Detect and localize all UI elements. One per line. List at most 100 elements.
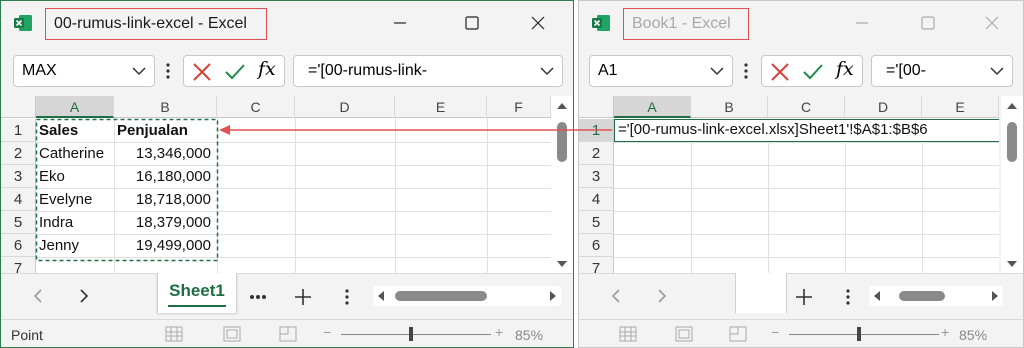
row-header-2[interactable]: 2: [579, 142, 614, 165]
minimize-button[interactable]: [385, 9, 415, 37]
enter-check-icon[interactable]: [802, 62, 824, 82]
cell-b4[interactable]: 18,718,000: [114, 188, 217, 211]
column-header-e[interactable]: E: [922, 96, 999, 118]
row-header-5[interactable]: 5: [1, 211, 36, 234]
fx-icon[interactable]: fx: [836, 58, 854, 80]
more-vertical-icon[interactable]: [743, 63, 749, 79]
chevron-down-icon[interactable]: [710, 66, 724, 76]
chevron-down-icon[interactable]: [132, 66, 146, 76]
chevron-down-icon[interactable]: [540, 66, 554, 76]
enter-check-icon[interactable]: [224, 62, 246, 82]
row-header-3[interactable]: 3: [579, 165, 614, 188]
column-header-d[interactable]: D: [295, 96, 395, 118]
row-header-6[interactable]: 6: [1, 234, 36, 257]
page-layout-icon[interactable]: [675, 326, 693, 342]
normal-view-icon[interactable]: [619, 326, 637, 342]
zoom-level[interactable]: 85%: [515, 327, 543, 343]
formula-input[interactable]: ='[00-rumus-link-: [293, 55, 563, 87]
zoom-slider-track[interactable]: [341, 334, 491, 335]
row-header-7[interactable]: 7: [579, 257, 614, 273]
cancel-x-icon[interactable]: [770, 62, 790, 82]
arrow-right-icon[interactable]: [79, 288, 89, 304]
row-header-7[interactable]: 7: [1, 257, 36, 273]
maximize-button[interactable]: [457, 9, 487, 37]
arrow-left-icon[interactable]: [611, 288, 621, 304]
maximize-button[interactable]: [913, 9, 943, 37]
more-vertical-icon[interactable]: [165, 63, 171, 79]
page-layout-icon[interactable]: [223, 326, 241, 342]
row-header-5[interactable]: 5: [579, 211, 614, 234]
more-vertical-icon[interactable]: [845, 289, 851, 305]
horizontal-scrollbar[interactable]: [869, 286, 1003, 306]
column-header-c[interactable]: C: [768, 96, 845, 118]
scroll-right-icon[interactable]: [549, 291, 557, 301]
close-button[interactable]: [523, 9, 553, 37]
row-header-1[interactable]: 1: [1, 119, 36, 142]
cancel-x-icon[interactable]: [192, 62, 212, 82]
vertical-scroll-thumb[interactable]: [1007, 122, 1017, 162]
zoom-slider-knob[interactable]: [409, 327, 413, 341]
page-break-icon[interactable]: [729, 326, 747, 342]
cell-a3[interactable]: Eko: [36, 165, 114, 188]
more-horizontal-icon[interactable]: [249, 294, 267, 300]
arrow-left-icon[interactable]: [33, 288, 43, 304]
cell-a4[interactable]: Evelyne: [36, 188, 114, 211]
zoom-slider-track[interactable]: [789, 334, 939, 335]
cell-b1[interactable]: Penjualan: [114, 119, 217, 142]
scroll-up-icon[interactable]: [557, 102, 567, 110]
select-all-corner[interactable]: [1, 96, 36, 118]
formula-input[interactable]: ='[00-: [871, 55, 1013, 87]
scroll-up-icon[interactable]: [1007, 102, 1017, 110]
scroll-left-icon[interactable]: [873, 291, 881, 301]
scroll-right-icon[interactable]: [991, 291, 999, 301]
worksheet-grid[interactable]: A B C D E 1 2 3 4 5 6 7 ='[00-rumus-link…: [579, 96, 999, 273]
column-header-a[interactable]: A: [36, 96, 114, 118]
vertical-scrollbar[interactable]: [1001, 96, 1023, 273]
row-header-3[interactable]: 3: [1, 165, 36, 188]
zoom-out-icon[interactable]: −: [323, 324, 331, 340]
row-header-6[interactable]: 6: [579, 234, 614, 257]
column-header-e[interactable]: E: [395, 96, 487, 118]
worksheet-grid[interactable]: A B C D E F 1 2 3 4 5 6 7 Sales Penjuala…: [1, 96, 551, 273]
column-header-b[interactable]: B: [691, 96, 768, 118]
name-box[interactable]: MAX: [13, 55, 155, 87]
zoom-in-icon[interactable]: +: [941, 324, 949, 340]
zoom-slider-knob[interactable]: [857, 327, 861, 341]
name-box[interactable]: A1: [589, 55, 733, 87]
fx-icon[interactable]: fx: [258, 58, 276, 80]
horizontal-scrollbar[interactable]: [373, 286, 561, 306]
vertical-scroll-thumb[interactable]: [557, 122, 567, 162]
zoom-out-icon[interactable]: −: [771, 324, 779, 340]
cell-b2[interactable]: 13,346,000: [114, 142, 217, 165]
column-header-a[interactable]: A: [614, 96, 691, 118]
scroll-down-icon[interactable]: [557, 260, 567, 268]
row-header-4[interactable]: 4: [1, 188, 36, 211]
cell-b5[interactable]: 18,379,000: [114, 211, 217, 234]
zoom-in-icon[interactable]: +: [495, 324, 503, 340]
page-break-icon[interactable]: [279, 326, 297, 342]
horizontal-scroll-thumb[interactable]: [899, 291, 945, 301]
title-bar[interactable]: 00-rumus-link-excel - Excel: [1, 1, 573, 45]
close-button[interactable]: [977, 9, 1007, 37]
row-header-1[interactable]: 1: [579, 119, 614, 142]
minimize-button[interactable]: [847, 9, 877, 37]
vertical-scrollbar[interactable]: [551, 96, 573, 273]
select-all-corner[interactable]: [579, 96, 614, 118]
plus-icon[interactable]: [294, 288, 312, 306]
normal-view-icon[interactable]: [165, 326, 183, 342]
plus-icon[interactable]: [795, 288, 813, 306]
tab-sheet1[interactable]: Sheet1: [157, 273, 237, 313]
column-header-b[interactable]: B: [114, 96, 217, 118]
column-header-f[interactable]: F: [487, 96, 551, 118]
cell-b6[interactable]: 19,499,000: [114, 234, 217, 257]
cell-b3[interactable]: 16,180,000: [114, 165, 217, 188]
column-header-c[interactable]: C: [217, 96, 295, 118]
row-header-4[interactable]: 4: [579, 188, 614, 211]
more-vertical-icon[interactable]: [344, 289, 350, 305]
scroll-left-icon[interactable]: [377, 291, 385, 301]
horizontal-scroll-thumb[interactable]: [395, 291, 487, 301]
cell-a5[interactable]: Indra: [36, 211, 114, 234]
zoom-level[interactable]: 85%: [959, 327, 987, 343]
arrow-right-icon[interactable]: [657, 288, 667, 304]
title-bar[interactable]: Book1 - Excel: [579, 1, 1023, 45]
